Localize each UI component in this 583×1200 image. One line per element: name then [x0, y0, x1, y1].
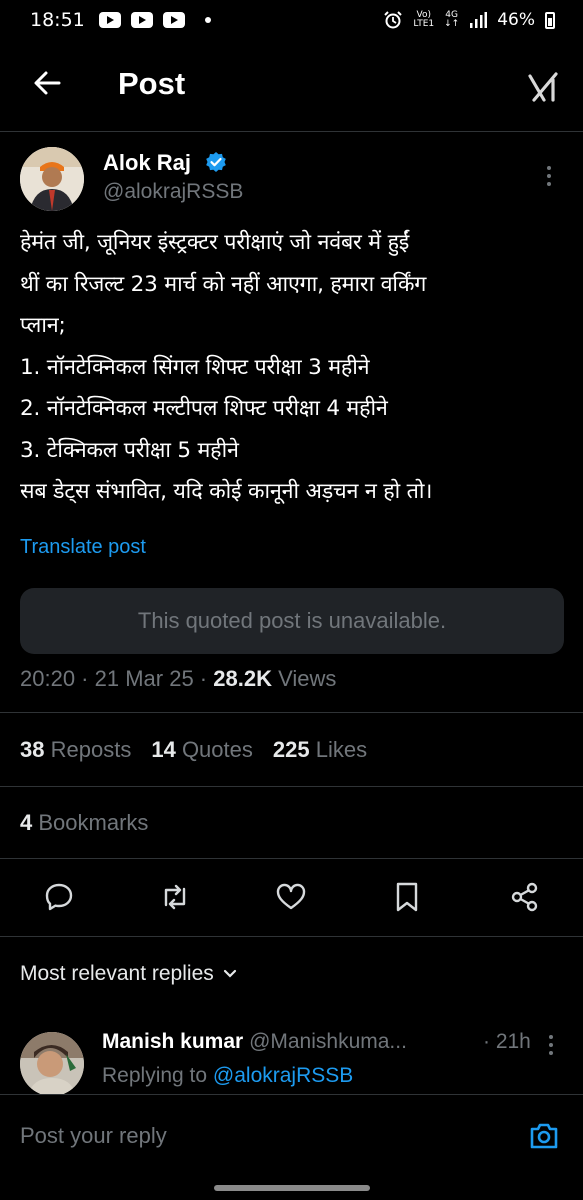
- actions-divider: [0, 936, 583, 937]
- verified-badge-icon: [206, 152, 226, 172]
- likes-label: Likes: [315, 737, 368, 762]
- replying-to-handle[interactable]: @alokrajRSSB: [213, 1064, 353, 1087]
- network-label: 4G: [445, 10, 458, 20]
- post-date: 21 Mar 25: [94, 666, 194, 691]
- more-vertical-icon[interactable]: [546, 1034, 556, 1056]
- author-handle[interactable]: @alokrajRSSB: [103, 180, 243, 204]
- youtube-notification-icon: [98, 12, 121, 28]
- network-type: 4G ↓↑: [444, 10, 460, 29]
- battery-percent: 46%: [497, 10, 535, 30]
- bookmarks-label: Bookmarks: [38, 810, 149, 835]
- signal-icon: [470, 12, 488, 28]
- reposts-label: Reposts: [50, 737, 132, 762]
- quoted-post-unavailable: This quoted post is unavailable.: [20, 588, 564, 654]
- reposts-stat[interactable]: 38 Reposts: [20, 737, 131, 763]
- reply-avatar[interactable]: [20, 1032, 84, 1096]
- likes-stat[interactable]: 225 Likes: [273, 737, 367, 763]
- youtube-notification-icon: [162, 12, 185, 28]
- stats-divider: [0, 786, 583, 787]
- translate-post-link[interactable]: Translate post: [20, 536, 146, 559]
- replying-to: Replying to @alokrajRSSB: [102, 1064, 353, 1088]
- more-notifications-icon: [204, 17, 211, 23]
- chevron-down-icon: [223, 969, 236, 978]
- status-time: 18:51: [30, 9, 85, 31]
- volte-indicator: Vo) LTE1: [413, 11, 434, 29]
- views-label[interactable]: Views: [278, 666, 336, 691]
- alarm-icon: [384, 11, 403, 29]
- replies-sort-dropdown[interactable]: Most relevant replies: [20, 962, 238, 986]
- reply-input[interactable]: Post your reply: [20, 1123, 167, 1149]
- action-bar: [0, 880, 583, 920]
- reply-author-name[interactable]: Manish kumar: [102, 1030, 243, 1053]
- header-divider: [0, 131, 583, 132]
- author-name[interactable]: Alok Raj: [103, 150, 191, 176]
- grok-icon[interactable]: [526, 70, 560, 104]
- reply-icon[interactable]: [42, 880, 76, 914]
- arrow-left-icon[interactable]: [32, 68, 62, 98]
- header: Post: [0, 40, 583, 132]
- bookmarks-count: 4: [20, 810, 33, 835]
- status-right: Vo) LTE1 4G ↓↑ 46%: [383, 10, 555, 30]
- reposts-count: 38: [20, 737, 45, 762]
- reply-author-handle[interactable]: @Manishkuma...: [249, 1030, 407, 1053]
- camera-icon[interactable]: [528, 1121, 560, 1151]
- share-icon[interactable]: [508, 880, 542, 914]
- post-time: 20:20: [20, 666, 76, 691]
- bookmarks-divider: [0, 858, 583, 859]
- reply-header: Manish kumar @Manishkuma...: [102, 1030, 532, 1054]
- repost-icon[interactable]: [158, 880, 192, 914]
- battery-icon: [545, 11, 555, 29]
- replying-prefix: Replying to: [102, 1064, 208, 1087]
- engagement-stats: 38 Reposts 14 Quotes 225 Likes: [20, 737, 367, 763]
- likes-count: 225: [272, 737, 310, 762]
- post-text: हेमंत जी, जूनियर इंस्ट्रक्टर परीक्षाएं ज…: [20, 230, 433, 504]
- like-icon[interactable]: [274, 880, 308, 914]
- lte-label: LTE1: [413, 19, 435, 29]
- home-indicator[interactable]: [214, 1185, 370, 1191]
- bookmarks-stat[interactable]: 4 Bookmarks: [20, 810, 148, 836]
- quotes-count: 14: [151, 737, 176, 762]
- status-left: 18:51: [30, 9, 211, 31]
- quotes-stat[interactable]: 14 Quotes: [151, 737, 253, 763]
- post-meta: 20:20 · 21 Mar 25 · 28.2K Views: [20, 666, 337, 691]
- replies-sort-label: Most relevant replies: [20, 962, 214, 985]
- reply-avatar-image: [20, 1032, 84, 1096]
- bookmark-icon[interactable]: [390, 880, 424, 914]
- status-bar: 18:51 Vo) LTE1 4G ↓↑ 46%: [0, 0, 583, 40]
- views-count: 28.2K: [213, 666, 272, 691]
- meta-divider: [0, 712, 583, 713]
- reply-timestamp: · 21h: [483, 1030, 531, 1053]
- youtube-notification-icon: [130, 12, 153, 28]
- page-title: Post: [118, 66, 186, 101]
- author-avatar[interactable]: [20, 147, 84, 211]
- avatar-image: [20, 147, 84, 211]
- quotes-label: Quotes: [181, 737, 253, 762]
- quoted-post-message: This quoted post is unavailable.: [137, 608, 447, 633]
- more-vertical-icon[interactable]: [544, 164, 554, 188]
